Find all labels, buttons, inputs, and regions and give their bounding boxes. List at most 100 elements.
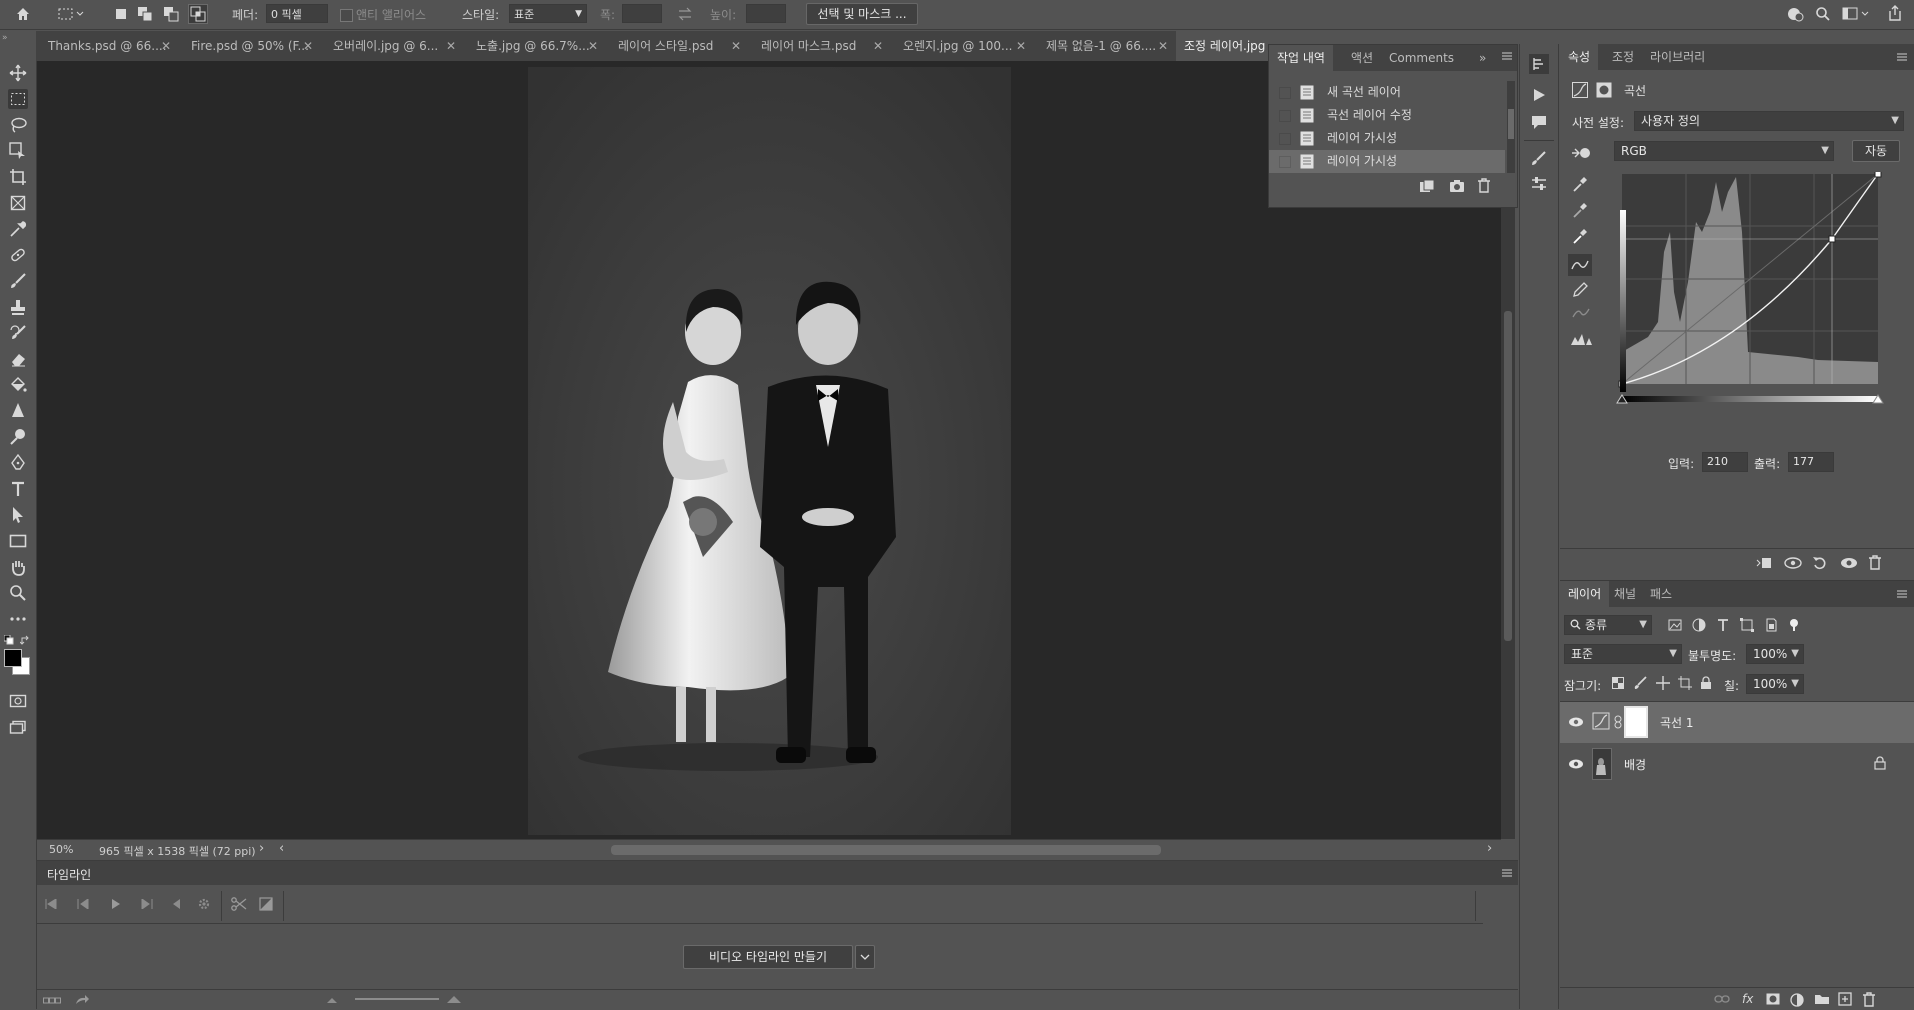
history-checkbox[interactable] xyxy=(1279,87,1291,99)
lock-image-pixels-icon[interactable] xyxy=(1634,676,1648,690)
brush-tool-icon[interactable] xyxy=(8,271,28,291)
tab-libraries[interactable]: 라이브러리 xyxy=(1642,44,1713,70)
history-checkbox[interactable] xyxy=(1279,110,1291,122)
close-icon[interactable]: ✕ xyxy=(1158,31,1168,61)
marquee-tool-preset-icon[interactable] xyxy=(56,5,86,23)
input-value-field[interactable]: 210 xyxy=(1702,452,1748,472)
history-item[interactable]: 레이어 가시성 xyxy=(1269,150,1505,173)
curves-graph[interactable] xyxy=(1618,172,1882,394)
pen-tool-icon[interactable] xyxy=(8,453,28,473)
collapse-panel-icon[interactable]: » xyxy=(1479,51,1486,65)
tab-layers[interactable]: 레이어 xyxy=(1560,581,1610,607)
chevron-right-icon[interactable]: › xyxy=(259,841,264,856)
intersect-selection-icon[interactable] xyxy=(188,4,208,24)
tab-layer-style[interactable]: 레이어 스타일.psd ✕ xyxy=(606,31,749,61)
select-and-mask-button[interactable]: 선택 및 마스크 ... xyxy=(806,3,918,25)
crop-tool-icon[interactable] xyxy=(8,167,28,187)
on-image-adjustment-icon[interactable] xyxy=(1570,144,1592,162)
subtract-selection-icon[interactable] xyxy=(162,5,180,23)
search-icon[interactable] xyxy=(1814,5,1832,23)
visibility-eye-icon[interactable] xyxy=(1568,716,1584,728)
settings-gear-icon[interactable] xyxy=(197,897,211,911)
antialias-checkbox[interactable] xyxy=(340,9,353,22)
shape-layer-filter-icon[interactable] xyxy=(1740,618,1754,632)
close-icon[interactable]: ✕ xyxy=(303,31,313,61)
screen-mode-icon[interactable] xyxy=(8,717,28,737)
timeline-options-dropdown[interactable] xyxy=(855,945,875,969)
camera-icon[interactable] xyxy=(1449,179,1465,193)
zoom-in-timeline-icon[interactable] xyxy=(447,995,461,1003)
more-tools-icon[interactable] xyxy=(8,609,28,629)
panel-menu-icon[interactable] xyxy=(1501,867,1513,879)
object-selection-tool-icon[interactable] xyxy=(8,141,28,161)
swap-icon[interactable] xyxy=(676,5,694,23)
black-slider-handle[interactable] xyxy=(1616,394,1628,404)
history-checkbox[interactable] xyxy=(1279,156,1291,168)
history-scrollbar-thumb[interactable] xyxy=(1508,109,1514,139)
history-checkbox[interactable] xyxy=(1279,133,1291,145)
output-value-field[interactable]: 177 xyxy=(1788,452,1834,472)
brush-settings-icon[interactable] xyxy=(1531,150,1547,166)
white-slider-handle[interactable] xyxy=(1872,394,1884,404)
layer-row[interactable]: 곡선 1 xyxy=(1560,702,1914,743)
history-panel-icon[interactable] xyxy=(1529,54,1549,74)
tab-untitled[interactable]: 제목 없음-1 @ 66.... ✕ xyxy=(1034,31,1176,61)
tab-overlay[interactable]: 오버레이.jpg @ 6... ✕ xyxy=(321,31,464,61)
quick-mask-icon[interactable] xyxy=(8,691,28,711)
default-colors-icon[interactable] xyxy=(4,635,14,645)
close-icon[interactable]: ✕ xyxy=(161,31,171,61)
pixel-layer-filter-icon[interactable] xyxy=(1668,618,1682,632)
tab-exposure[interactable]: 노출.jpg @ 66.7%... ✕ xyxy=(464,31,606,61)
panel-menu-icon[interactable] xyxy=(1896,588,1908,600)
chevron-right-icon[interactable]: › xyxy=(1487,841,1492,856)
close-icon[interactable]: ✕ xyxy=(588,31,598,61)
tab-adjustments[interactable]: 조정 xyxy=(1604,44,1642,70)
filter-toggle-icon[interactable] xyxy=(1788,618,1800,632)
frame-animation-icon[interactable] xyxy=(43,997,61,1005)
history-item[interactable]: 곡선 레이어 수정 xyxy=(1269,104,1505,127)
rectangle-tool-icon[interactable] xyxy=(8,531,28,551)
layer-mask-icon[interactable] xyxy=(1596,82,1612,98)
preset-select[interactable]: 사용자 정의 ▼ xyxy=(1634,111,1904,131)
panel-menu-icon[interactable] xyxy=(1896,51,1908,63)
workspace-icon[interactable] xyxy=(1842,5,1870,23)
auto-button[interactable]: 자동 xyxy=(1852,140,1900,162)
close-icon[interactable]: ✕ xyxy=(1016,31,1026,61)
eraser-tool-icon[interactable] xyxy=(8,349,28,369)
fx-icon[interactable]: fx xyxy=(1742,992,1753,1006)
white-point-eyedropper-icon[interactable] xyxy=(1572,228,1588,244)
tab-actions[interactable]: 액션 xyxy=(1343,45,1381,71)
previous-frame-icon[interactable] xyxy=(77,899,89,909)
tab-orange[interactable]: 오렌지.jpg @ 100... ✕ xyxy=(891,31,1034,61)
new-document-from-state-icon[interactable] xyxy=(1419,179,1435,193)
cloud-user-icon[interactable] xyxy=(1786,5,1804,23)
home-icon[interactable] xyxy=(14,5,32,23)
trash-icon[interactable] xyxy=(1477,178,1491,193)
lock-position-icon[interactable] xyxy=(1656,676,1670,690)
layer-row[interactable]: 배경 xyxy=(1560,744,1914,785)
tab-thanks[interactable]: Thanks.psd @ 66.... ✕ xyxy=(36,31,179,61)
lasso-tool-icon[interactable] xyxy=(8,115,28,135)
blend-mode-select[interactable]: 표준 ▼ xyxy=(1564,644,1682,664)
draw-curve-pencil-icon[interactable] xyxy=(1572,282,1588,298)
chevron-left-icon[interactable]: ‹ xyxy=(279,841,284,856)
add-selection-icon[interactable] xyxy=(136,5,154,23)
type-tool-icon[interactable] xyxy=(8,479,28,499)
expand-toolbar-icon[interactable]: » xyxy=(2,33,8,43)
dodge-tool-icon[interactable] xyxy=(8,427,28,447)
view-previous-state-icon[interactable] xyxy=(1784,556,1802,570)
link-layers-icon[interactable] xyxy=(1714,994,1730,1004)
frame-tool-icon[interactable] xyxy=(8,193,28,213)
height-input[interactable] xyxy=(746,4,786,23)
type-layer-filter-icon[interactable] xyxy=(1716,618,1730,632)
gray-point-eyedropper-icon[interactable] xyxy=(1572,202,1588,218)
tab-fire[interactable]: Fire.psd @ 50% (F... ✕ xyxy=(179,31,321,61)
healing-brush-tool-icon[interactable] xyxy=(8,245,28,265)
adjustments-sliders-icon[interactable] xyxy=(1531,176,1547,192)
foreground-color-swatch[interactable] xyxy=(4,649,22,667)
new-layer-icon[interactable] xyxy=(1838,992,1852,1006)
transition-icon[interactable] xyxy=(259,897,273,911)
visibility-eye-icon[interactable] xyxy=(1840,556,1858,570)
zoom-tool-icon[interactable] xyxy=(8,583,28,603)
trash-icon[interactable] xyxy=(1862,992,1876,1007)
